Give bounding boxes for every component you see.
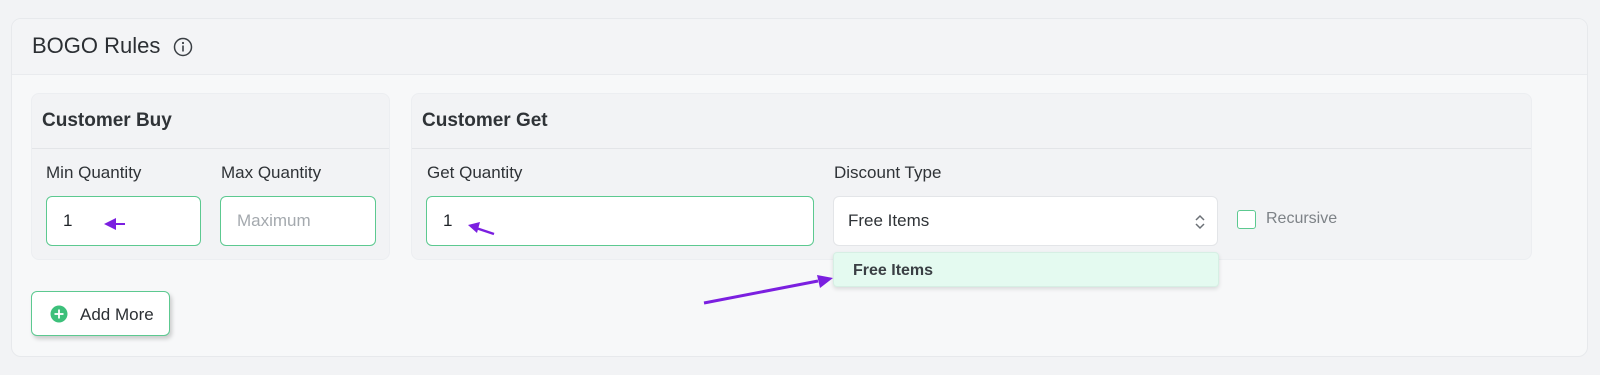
customer-buy-title: Customer Buy — [42, 110, 172, 131]
divider — [412, 148, 1531, 149]
min-quantity-input[interactable]: 1 — [46, 196, 201, 246]
add-more-button[interactable]: Add More — [31, 291, 170, 336]
get-quantity-input[interactable]: 1 — [426, 196, 814, 246]
discount-type-select[interactable]: Free Items — [833, 196, 1218, 246]
plus-circle-icon — [50, 305, 68, 323]
card-header: BOGO Rules — [12, 19, 1587, 75]
max-quantity-input[interactable]: Maximum — [220, 196, 376, 246]
discount-type-value: Free Items — [848, 211, 930, 230]
info-icon[interactable] — [173, 37, 193, 57]
divider — [32, 148, 389, 149]
customer-get-title: Customer Get — [422, 110, 548, 131]
recursive-label: Recursive — [1266, 210, 1338, 227]
recursive-checkbox[interactable] — [1237, 210, 1256, 229]
page-title: BOGO Rules — [32, 33, 161, 58]
add-more-label: Add More — [80, 305, 154, 324]
discount-type-label: Discount Type — [834, 163, 942, 182]
discount-type-dropdown: Free Items — [833, 252, 1219, 287]
dropdown-option-free-items[interactable]: Free Items — [853, 262, 933, 280]
chevron-up-down-icon — [1195, 214, 1205, 230]
min-quantity-label: Min Quantity — [46, 163, 142, 182]
get-quantity-label: Get Quantity — [427, 163, 523, 182]
max-quantity-label: Max Quantity — [221, 163, 322, 182]
